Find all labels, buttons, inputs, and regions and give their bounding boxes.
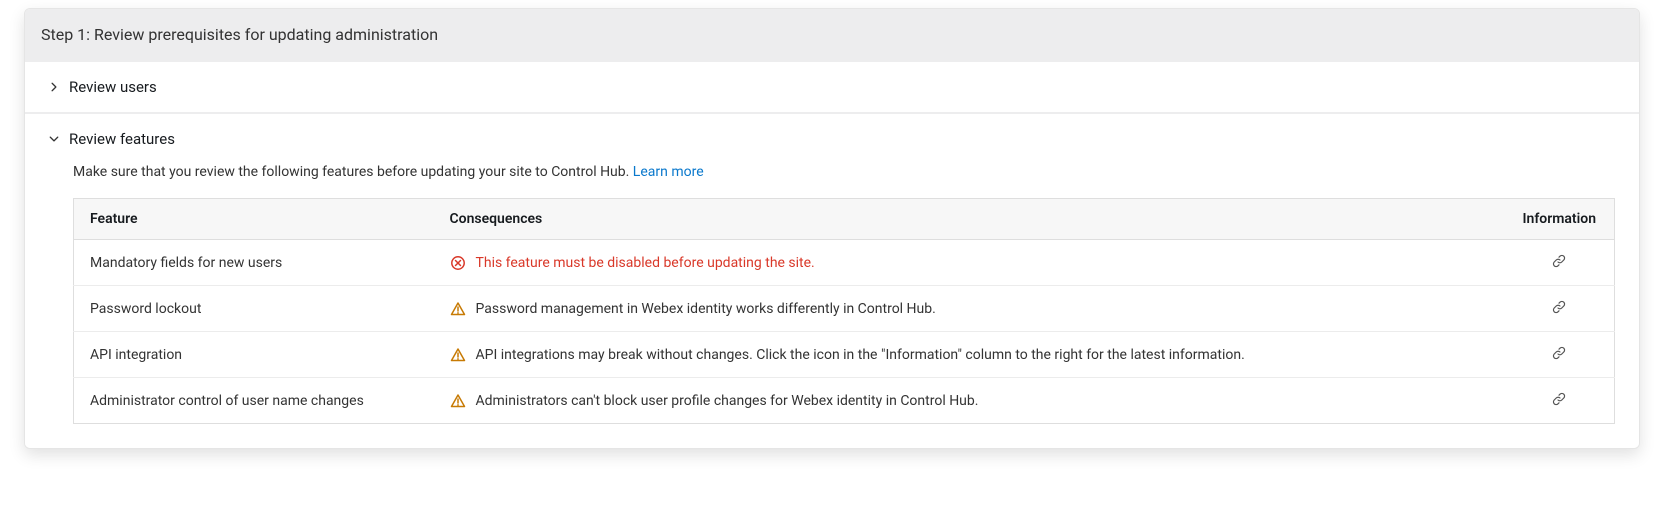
section-review-users: Review users (25, 60, 1639, 112)
section-review-features-body: Make sure that you review the following … (25, 164, 1639, 448)
section-review-users-title: Review users (69, 78, 157, 96)
chevron-down-icon (49, 134, 59, 144)
consequence-text: API integrations may break without chang… (476, 347, 1245, 363)
consequence-cell: Password management in Webex identity wo… (434, 286, 1505, 332)
information-cell (1505, 240, 1615, 286)
learn-more-link[interactable]: Learn more (633, 164, 704, 180)
warning-icon (450, 393, 466, 409)
feature-cell: Password lockout (74, 286, 434, 332)
table-row: Mandatory fields for new users This featu… (74, 240, 1615, 286)
review-features-intro: Make sure that you review the following … (73, 164, 1615, 180)
feature-cell: Administrator control of user name chang… (74, 378, 434, 424)
consequence-cell: This feature must be disabled before upd… (434, 240, 1505, 286)
chevron-right-icon (49, 82, 59, 92)
consequence-text: This feature must be disabled before upd… (476, 255, 815, 271)
col-header-feature: Feature (74, 199, 434, 240)
warning-icon (450, 301, 466, 317)
consequence-cell: API integrations may break without chang… (434, 332, 1505, 378)
information-cell (1505, 378, 1615, 424)
consequence-text: Password management in Webex identity wo… (476, 301, 936, 317)
table-row: Administrator control of user name chang… (74, 378, 1615, 424)
table-row: API integration API integrations may brea… (74, 332, 1615, 378)
information-link-icon[interactable] (1550, 390, 1568, 408)
consequence-cell: Administrators can't block user profile … (434, 378, 1505, 424)
information-link-icon[interactable] (1550, 252, 1568, 270)
section-review-users-toggle[interactable]: Review users (25, 62, 1639, 112)
information-link-icon[interactable] (1550, 298, 1568, 316)
col-header-consequences: Consequences (434, 199, 1505, 240)
step-card: Step 1: Review prerequisites for updatin… (24, 8, 1640, 449)
section-review-features-title: Review features (69, 130, 175, 148)
features-table: Feature Consequences Information Mandato… (73, 198, 1615, 424)
section-review-features-toggle[interactable]: Review features (25, 114, 1639, 164)
col-header-information: Information (1505, 199, 1615, 240)
information-cell (1505, 332, 1615, 378)
step-title: Step 1: Review prerequisites for updatin… (25, 9, 1639, 60)
warning-icon (450, 347, 466, 363)
information-link-icon[interactable] (1550, 344, 1568, 362)
section-review-features: Review features Make sure that you revie… (25, 112, 1639, 448)
review-features-intro-text: Make sure that you review the following … (73, 164, 633, 180)
table-row: Password lockout Password management in W… (74, 286, 1615, 332)
feature-cell: API integration (74, 332, 434, 378)
consequence-text: Administrators can't block user profile … (476, 393, 979, 409)
information-cell (1505, 286, 1615, 332)
error-icon (450, 255, 466, 271)
feature-cell: Mandatory fields for new users (74, 240, 434, 286)
